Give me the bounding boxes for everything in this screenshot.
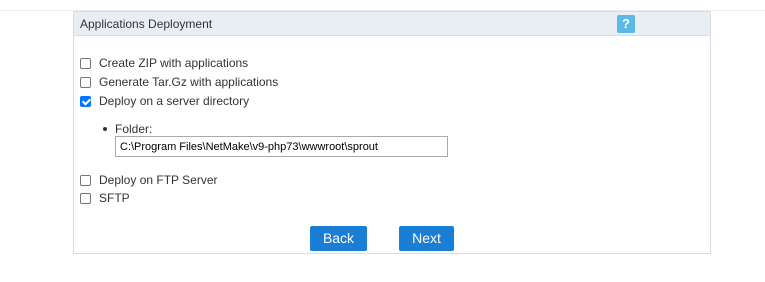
option-generate-targz[interactable]: Generate Tar.Gz with applications [80, 74, 278, 90]
option-sftp[interactable]: SFTP [80, 190, 130, 206]
next-button[interactable]: Next [399, 226, 454, 251]
create-zip-label: Create ZIP with applications [99, 56, 249, 70]
deploy-server-directory-label: Deploy on a server directory [99, 94, 250, 108]
folder-label: Folder: [115, 122, 153, 136]
help-icon[interactable]: ? [617, 15, 635, 33]
option-deploy-ftp[interactable]: Deploy on FTP Server [80, 172, 218, 188]
folder-bullet [103, 127, 107, 131]
sftp-label: SFTP [99, 191, 130, 205]
back-button[interactable]: Back [310, 226, 367, 251]
sftp-checkbox[interactable] [80, 192, 91, 204]
deployment-panel: Applications Deployment ? Create ZIP wit… [73, 11, 711, 254]
create-zip-checkbox[interactable] [80, 57, 91, 69]
deploy-ftp-checkbox[interactable] [80, 174, 91, 186]
deploy-server-directory-checkbox[interactable] [80, 95, 91, 107]
option-deploy-server-directory[interactable]: Deploy on a server directory [80, 93, 249, 109]
panel-header: Applications Deployment ? [74, 11, 710, 36]
generate-targz-checkbox[interactable] [80, 76, 91, 88]
deploy-ftp-label: Deploy on FTP Server [99, 173, 218, 187]
panel-title: Applications Deployment [80, 17, 213, 31]
folder-path-input[interactable] [115, 136, 448, 157]
option-create-zip[interactable]: Create ZIP with applications [80, 55, 248, 71]
generate-targz-label: Generate Tar.Gz with applications [99, 75, 279, 89]
